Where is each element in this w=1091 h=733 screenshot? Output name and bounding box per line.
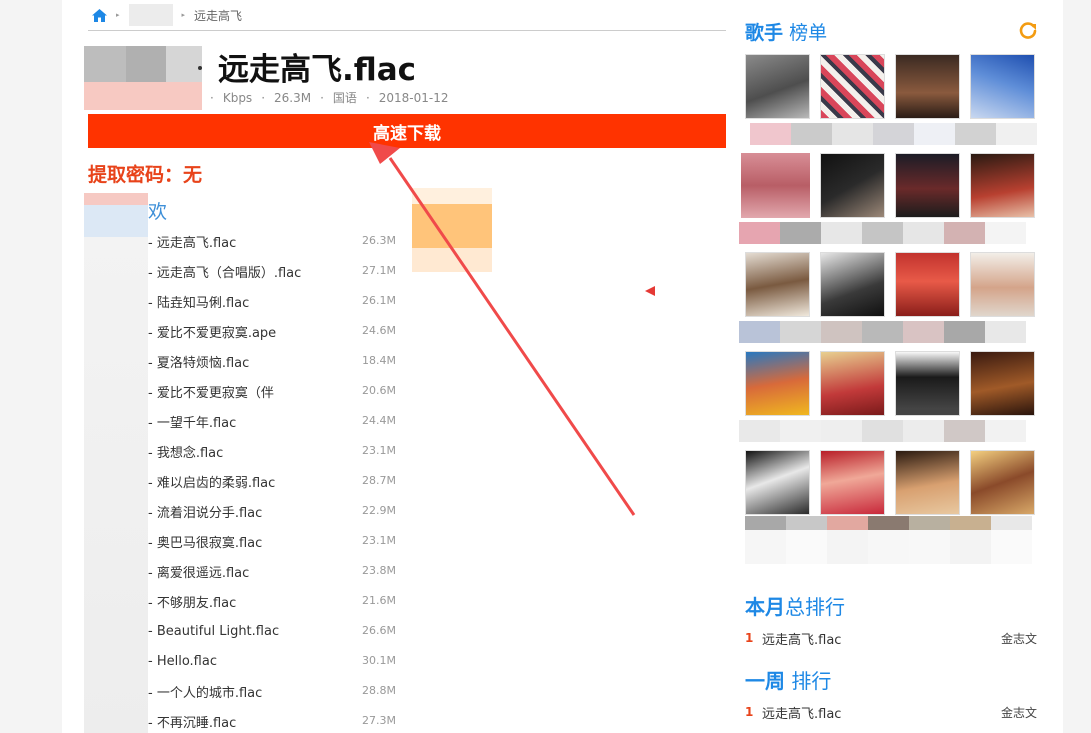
blurred-ad	[412, 188, 492, 272]
song-item[interactable]: - Hello.flac 30.1M	[148, 646, 398, 676]
breadcrumb-chevron-icon: ▸	[181, 11, 186, 19]
refresh-icon[interactable]	[1018, 21, 1038, 41]
song-title: 远走高飞.flac	[218, 52, 417, 88]
artist-avatar[interactable]	[895, 252, 960, 317]
artist-avatar[interactable]	[970, 351, 1035, 416]
red-triangle-marker	[645, 286, 655, 296]
artist-avatar[interactable]	[895, 153, 960, 218]
artist-avatar[interactable]	[820, 450, 885, 515]
divider	[88, 30, 726, 31]
artist-row	[739, 252, 1037, 351]
monthly-chart-heading: 本月总排行	[745, 595, 845, 619]
artist-row	[745, 54, 1037, 153]
song-item[interactable]: - 我想念.flac 23.1M	[148, 436, 398, 466]
high-speed-download-button[interactable]: 高速下载	[88, 114, 726, 148]
artist-avatar[interactable]	[820, 252, 885, 317]
artist-row	[745, 450, 1037, 564]
song-item[interactable]: - 离爱很遥远.flac 23.8M	[148, 556, 398, 586]
song-item[interactable]: - 远走高飞（合唱版）.flac 27.1M	[148, 256, 398, 286]
song-item[interactable]: - 奥巴马很寂寞.flac 23.1M	[148, 526, 398, 556]
breadcrumb-current: 远走高飞	[194, 8, 243, 23]
song-list: - 远走高飞.flac 26.3M - 远走高飞（合唱版）.flac 27.1M -…	[148, 226, 398, 733]
artist-row	[739, 153, 1037, 252]
song-item[interactable]: - 爱比不爱更寂寞.ape 24.6M	[148, 316, 398, 346]
breadcrumb-chevron-icon: ▸	[116, 11, 120, 19]
breadcrumb: ▸ ▸ 远走高飞	[92, 4, 243, 26]
song-item[interactable]: - 夏洛特烦恼.flac 18.4M	[148, 346, 398, 376]
song-item[interactable]: - 远走高飞.flac 26.3M	[148, 226, 398, 256]
monthly-rank-item[interactable]: 1 远走高飞.flac 金志文	[745, 627, 1037, 649]
related-songs-heading: 欢	[148, 201, 168, 223]
artist-avatar[interactable]	[745, 450, 810, 515]
song-item[interactable]: - 陆垚知马俐.flac 26.1M	[148, 286, 398, 316]
song-item[interactable]: - 不再沉睡.flac 27.3M	[148, 706, 398, 733]
artist-avatar[interactable]	[820, 351, 885, 416]
artist-avatar[interactable]	[970, 153, 1035, 218]
artist-avatar[interactable]	[820, 54, 885, 119]
song-item[interactable]: - 流着泪说分手.flac 22.9M	[148, 496, 398, 526]
artist-avatar[interactable]	[745, 252, 810, 317]
song-item[interactable]: - 一个人的城市.flac 28.8M	[148, 676, 398, 706]
page-left-gutter	[0, 0, 62, 733]
artist-grid	[739, 54, 1037, 564]
artist-row	[739, 351, 1037, 450]
artist-avatar[interactable]	[970, 450, 1035, 515]
song-item[interactable]: - Beautiful Light.flac 26.6M	[148, 616, 398, 646]
page-right-gutter	[1063, 0, 1091, 733]
song-item[interactable]: - 难以启齿的柔弱.flac 28.7M	[148, 466, 398, 496]
song-item[interactable]: - 爱比不爱更寂寞（伴 20.6M	[148, 376, 398, 406]
artist-avatar[interactable]	[895, 351, 960, 416]
song-item[interactable]: - 不够朋友.flac 21.6M	[148, 586, 398, 616]
weekly-chart-heading: 一周 排行	[745, 669, 832, 693]
artist-avatar[interactable]	[820, 153, 885, 218]
home-icon[interactable]	[92, 8, 107, 22]
song-meta: · Kbps · 26.3M · 国语 · 2018-01-12	[210, 91, 449, 105]
weekly-rank-item[interactable]: 1 远走高飞.flac 金志文	[745, 701, 1037, 723]
artist-avatar[interactable]	[745, 351, 810, 416]
artist-avatar[interactable]	[895, 54, 960, 119]
blurred-artist-column	[84, 193, 148, 733]
artists-heading: 歌手 榜单	[745, 22, 828, 44]
artist-avatar[interactable]	[970, 252, 1035, 317]
artist-avatar[interactable]	[895, 450, 960, 515]
artist-avatar[interactable]	[745, 54, 810, 119]
breadcrumb-blurred-item[interactable]	[128, 4, 173, 26]
title-bullet	[198, 66, 202, 70]
song-item[interactable]: - 一望千年.flac 24.4M	[148, 406, 398, 436]
artist-avatar[interactable]	[970, 54, 1035, 119]
album-cover-blurred	[84, 46, 202, 110]
extraction-password: 提取密码：无	[88, 164, 203, 186]
artist-avatar[interactable]	[741, 153, 810, 218]
